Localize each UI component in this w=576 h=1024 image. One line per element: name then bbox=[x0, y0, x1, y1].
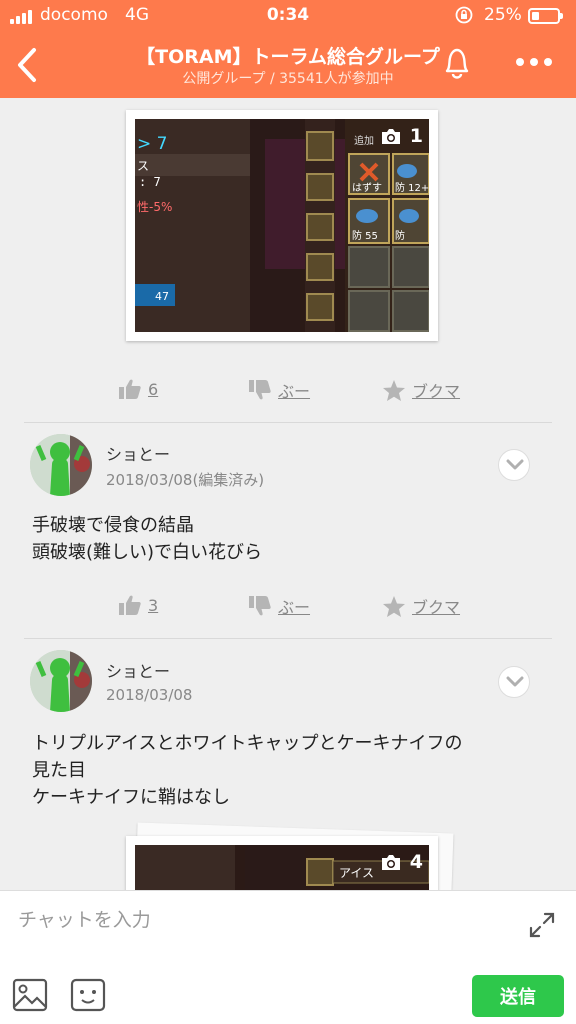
post-photo[interactable]: アイス 4 bbox=[126, 836, 438, 890]
thumbs-down-icon bbox=[249, 380, 271, 400]
game-element-text: 性-5% bbox=[137, 200, 172, 214]
user-name[interactable]: ショとー bbox=[106, 441, 170, 465]
user-name[interactable]: ショとー bbox=[106, 658, 170, 682]
avatar-image bbox=[30, 434, 92, 496]
chevron-down-icon bbox=[506, 676, 524, 687]
battery-icon bbox=[528, 8, 563, 24]
post-date: 2018/03/08(編集済み) bbox=[106, 471, 265, 489]
post-text: トリプルアイスとホワイトキャップとケーキナイフの 見た目 ケーキナイフに鞘はなし bbox=[32, 730, 463, 811]
chat-feed[interactable]: > 7 ス : 7 性-5% 47 追加 はずす 防 12+ 防 55 防 1 bbox=[0, 98, 576, 890]
post-divider bbox=[24, 638, 552, 639]
battery-percent: 25% bbox=[484, 5, 522, 25]
thumbs-down-icon bbox=[249, 596, 271, 616]
avatar[interactable] bbox=[30, 650, 92, 712]
bookmark-button[interactable]: ブクマ bbox=[382, 378, 460, 402]
chat-composer: 送信 bbox=[0, 890, 576, 1024]
dislike-label: ぶー bbox=[278, 598, 311, 617]
game-screenshot: アイス 4 bbox=[135, 845, 429, 890]
post-photo[interactable]: > 7 ス : 7 性-5% 47 追加 はずす 防 12+ 防 55 防 1 bbox=[126, 110, 438, 341]
sticker-icon bbox=[70, 978, 106, 1012]
bell-icon bbox=[445, 48, 469, 79]
avatar-image bbox=[30, 650, 92, 712]
game-screenshot-image: > 7 ス : 7 性-5% 47 追加 はずす 防 12+ 防 55 防 bbox=[135, 119, 429, 332]
dislike-button[interactable]: ぶー bbox=[248, 594, 310, 618]
chevron-down-icon bbox=[506, 459, 524, 470]
status-bar: docomo 4G 0:34 25% bbox=[0, 0, 576, 32]
game-stat-value: : 7 bbox=[139, 175, 161, 189]
bookmark-button[interactable]: ブクマ bbox=[382, 594, 460, 618]
post-actions: 6 ぶー ブクマ bbox=[0, 378, 576, 408]
game-item-text: アイス bbox=[339, 866, 374, 880]
post-menu-button[interactable] bbox=[498, 449, 530, 481]
game-screenshot: > 7 ス : 7 性-5% 47 追加 はずす 防 12+ 防 55 防 1 bbox=[135, 119, 429, 332]
dislike-label: ぶー bbox=[278, 382, 311, 401]
post-menu-button[interactable] bbox=[498, 666, 530, 698]
bookmark-label: ブクマ bbox=[412, 382, 461, 401]
star-icon bbox=[383, 595, 405, 617]
rotation-lock-icon bbox=[455, 6, 473, 24]
post-text-line: ケーキナイフに鞘はなし bbox=[32, 787, 230, 808]
more-options-button[interactable] bbox=[512, 48, 556, 76]
like-count: 3 bbox=[148, 595, 159, 615]
camera-icon bbox=[381, 854, 400, 870]
game-stat-label: ス bbox=[137, 159, 149, 173]
image-button[interactable] bbox=[12, 977, 48, 1013]
bookmark-label: ブクマ bbox=[412, 598, 461, 617]
post-divider bbox=[24, 422, 552, 423]
notification-button[interactable] bbox=[436, 42, 478, 82]
expand-icon bbox=[529, 912, 555, 938]
game-gold-text: 47 bbox=[155, 290, 169, 303]
post-text-line: 手破壊で侵食の結晶 bbox=[32, 515, 194, 536]
post-text-line: 頭破壊(難しい)で白い花びら bbox=[32, 542, 263, 563]
post-text-line: トリプルアイスとホワイトキャップとケーキナイフの bbox=[32, 733, 463, 754]
photo-count: 4 bbox=[380, 851, 423, 873]
star-icon bbox=[383, 379, 405, 401]
game-def-a-text: 防 12+ bbox=[395, 181, 429, 194]
game-def-c-text: 防 bbox=[395, 229, 405, 242]
sticker-button[interactable] bbox=[70, 977, 106, 1013]
post-text-line: 見た目 bbox=[32, 760, 86, 781]
like-button[interactable]: 6 bbox=[118, 378, 158, 400]
thumbs-up-icon bbox=[119, 379, 141, 399]
thumbs-up-icon bbox=[119, 595, 141, 615]
group-title: 【TORAM】トーラム総合グループ bbox=[136, 46, 440, 68]
like-button[interactable]: 3 bbox=[118, 594, 158, 616]
app-header: docomo 4G 0:34 25% 【TORAM】トーラム総合グループ 公開グ… bbox=[0, 0, 576, 98]
dislike-button[interactable]: ぶー bbox=[248, 378, 310, 402]
avatar[interactable] bbox=[30, 434, 92, 496]
photo-count-number: 4 bbox=[409, 851, 423, 873]
post-actions: 3 ぶー ブクマ bbox=[0, 594, 576, 624]
game-remove-text: はずす bbox=[352, 182, 382, 194]
photo-count: 1 bbox=[380, 125, 423, 147]
photo-count-number: 1 bbox=[409, 125, 423, 147]
game-def-b-text: 防 55 bbox=[352, 229, 378, 242]
chat-input[interactable] bbox=[18, 905, 508, 935]
game-level-text: > 7 bbox=[137, 134, 167, 154]
more-dots-icon bbox=[516, 58, 552, 66]
post-text: 手破壊で侵食の結晶 頭破壊(難しい)で白い花びら bbox=[32, 512, 262, 566]
like-count: 6 bbox=[148, 379, 159, 399]
camera-icon bbox=[381, 128, 400, 144]
battery-level bbox=[532, 12, 539, 20]
image-icon bbox=[12, 978, 48, 1012]
send-button[interactable]: 送信 bbox=[472, 975, 564, 1017]
group-subtitle: 公開グループ / 35541人が参加中 bbox=[182, 71, 394, 87]
expand-button[interactable] bbox=[526, 909, 558, 941]
game-tab-text: 追加 bbox=[354, 134, 374, 147]
post-date: 2018/03/08 bbox=[106, 686, 193, 704]
